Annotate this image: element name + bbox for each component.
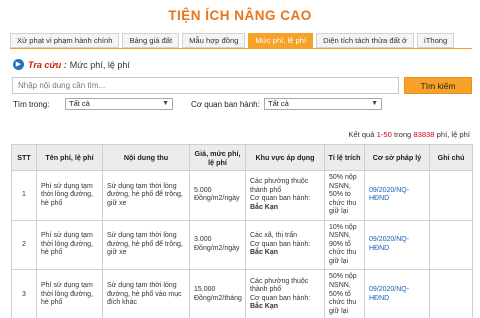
table-row: 1 Phí sử dụng tạm thời lòng đường, hè ph… — [11, 170, 473, 221]
cell-note — [429, 170, 473, 221]
result-prefix: Kết quả — [348, 130, 375, 139]
header-content: Nội dung thu — [102, 144, 190, 171]
header-ratio: Tỉ lệ trích — [324, 144, 365, 171]
tab-ithong[interactable]: iThong — [417, 33, 455, 48]
fees-table: STT Tên phí, lệ phí Nội dung thu Giá, mứ… — [11, 144, 473, 318]
header-fee-name: Tên phí, lệ phí — [36, 144, 103, 171]
area-description: Các phường thuộc thành phố — [250, 277, 309, 294]
tab-administrative-penalty[interactable]: Xử phạt vi phạm hành chính — [10, 33, 120, 48]
chevron-down-icon: ▼ — [371, 100, 378, 107]
breadcrumb-value: Mức phí, lệ phí — [69, 59, 130, 70]
cell-note — [429, 219, 473, 271]
header-stt: STT — [11, 144, 37, 171]
cell-content: Sử dụng tạm thời lòng đường, hè phố để t… — [102, 219, 190, 271]
cell-note — [429, 269, 473, 318]
cell-legal: 09/2020/NQ-HĐND — [364, 219, 430, 271]
cell-content: Sử dụng tạm thời lòng đường, hè phố để t… — [102, 170, 190, 221]
agency-value: Tất cả — [268, 99, 289, 108]
chevron-down-icon: ▼ — [162, 100, 169, 107]
result-suffix: phí, lệ phí — [436, 130, 470, 139]
tab-land-split-area[interactable]: Diện tích tách thửa đất ở — [316, 33, 415, 48]
result-range: 1-50 — [376, 130, 392, 139]
page-title: TIỆN ÍCH NÂNG CAO — [168, 8, 312, 23]
header-price: Giá, mức phí, lệ phí — [189, 144, 246, 171]
breadcrumb-label: Tra cứu : — [28, 59, 67, 70]
tab-land-price[interactable]: Bảng giá đất — [122, 33, 180, 48]
cell-legal: 09/2020/NQ-HĐND — [364, 170, 430, 221]
cell-ratio: 10% nộp NSNN, 90% tổ chức thu giữ lại — [324, 219, 365, 271]
tab-fees[interactable]: Mức phí, lệ phí — [248, 33, 314, 48]
cell-fee-name: Phí sử dụng tạm thời lòng đường, hè phố — [36, 219, 103, 271]
cell-price: 15.000 Đồng/m2/tháng — [189, 269, 246, 318]
area-agency: Bắc Kạn — [250, 249, 279, 257]
area-description: Các phường thuộc thành phố — [250, 178, 309, 194]
cell-fee-name: Phí sử dụng tạm thời lòng đường, hè phố — [36, 170, 103, 221]
table-header-row: STT Tên phí, lệ phí Nội dung thu Giá, mứ… — [11, 144, 473, 171]
result-summary: Kết quả 1-50 trong 83838 phí, lệ phí — [348, 130, 470, 139]
agency-select[interactable]: Tất cả ▼ — [264, 98, 382, 110]
result-middle: trong — [393, 130, 412, 139]
area-agency-label: Cơ quan ban hành: — [250, 195, 311, 203]
cell-stt: 2 — [11, 219, 37, 271]
cell-ratio: 50% nộp NSNN, 50% tổ chức thu giữ lại — [324, 269, 365, 318]
breadcrumb: ▶ Tra cứu : Mức phí, lệ phí — [13, 59, 130, 70]
cell-price: 5.000 Đồng/m2/ngày — [189, 170, 246, 221]
search-input[interactable] — [12, 77, 399, 94]
legal-link[interactable]: 09/2020/NQ-HĐND — [369, 236, 409, 252]
cell-fee-name: Phí sử dụng tạm thời lòng đường, hè phố — [36, 269, 103, 318]
area-agency: Bắc Kạn — [250, 203, 279, 211]
cell-area: Các xã, thị trấn Cơ quan ban hành: Bắc K… — [245, 219, 325, 271]
cell-stt: 3 — [11, 269, 37, 318]
cell-area: Các phường thuộc thành phố Cơ quan ban h… — [245, 170, 325, 221]
table-row: 2 Phí sử dụng tạm thời lòng đường, hè ph… — [11, 219, 473, 271]
area-agency: Bắc Kạn — [250, 303, 279, 311]
agency-label: Cơ quan ban hành: — [191, 100, 260, 109]
tab-contract-templates[interactable]: Mẫu hợp đồng — [182, 33, 246, 48]
tab-underline — [10, 48, 472, 49]
cell-content: Sử dụng tạm thời lòng đường, hè phố vào … — [102, 269, 190, 318]
find-in-label: Tìm trong: — [13, 100, 50, 109]
cell-stt: 1 — [11, 170, 37, 221]
header-area: Khu vực áp dụng — [245, 144, 325, 171]
header-note: Ghi chú — [429, 144, 473, 171]
table-row: 3 Phí sử dụng tạm thời lòng đường, hè ph… — [11, 269, 473, 318]
result-total: 83838 — [413, 130, 435, 139]
tab-bar: Xử phạt vi phạm hành chính Bảng giá đất … — [10, 33, 455, 48]
cell-price: 3.000 Đồng/m2/ngày — [189, 219, 246, 271]
cell-legal: 09/2020/NQ-HĐND — [364, 269, 430, 318]
find-in-select[interactable]: Tất cả ▼ — [65, 98, 173, 110]
search-button[interactable]: Tìm kiếm — [404, 77, 472, 94]
header-legal: Cơ sở pháp lý — [364, 144, 430, 171]
arrow-right-icon: ▶ — [13, 59, 24, 70]
cell-ratio: 50% nộp NSNN, 50% to chức thu giữ lại — [324, 170, 365, 221]
area-description: Các xã, thị trấn — [250, 232, 298, 240]
area-agency-label: Cơ quan ban hành: — [250, 240, 311, 248]
cell-area: Các phường thuộc thành phố Cơ quan ban h… — [245, 269, 325, 318]
legal-link[interactable]: 09/2020/NQ-HĐND — [369, 286, 409, 302]
legal-link[interactable]: 09/2020/NQ-HĐND — [369, 187, 409, 203]
find-in-value: Tất cả — [69, 99, 90, 108]
